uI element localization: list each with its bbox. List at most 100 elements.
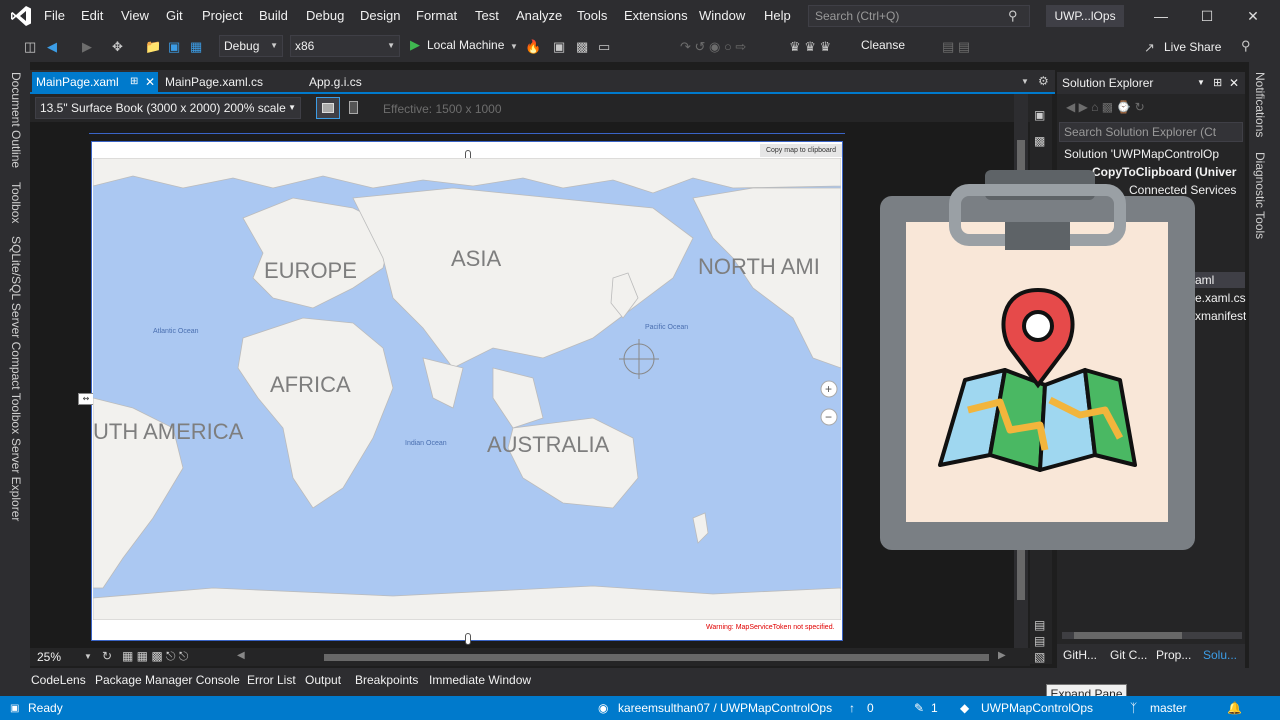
save-icon[interactable]: ▣ bbox=[168, 39, 180, 55]
close-tab-icon[interactable]: ✕ bbox=[145, 72, 155, 92]
tab-git-changes[interactable]: Git C... bbox=[1110, 648, 1147, 662]
document-outline-tab[interactable]: Document Outline bbox=[9, 72, 23, 168]
tree-item-solution[interactable]: Solution 'UWPMapControlOp bbox=[1064, 147, 1244, 161]
close-panel-icon[interactable]: ✕ bbox=[1229, 72, 1239, 94]
device-icon[interactable]: ▣ bbox=[1034, 108, 1045, 122]
feedback-icon[interactable]: ⚲ bbox=[1241, 38, 1251, 54]
pin-icon[interactable]: ⊞ bbox=[1213, 72, 1222, 94]
extension-icons[interactable]: ♛ ♛ ♛ bbox=[789, 39, 831, 55]
tab-app-g-i-cs[interactable]: App.g.i.cs bbox=[309, 72, 362, 92]
configuration-select[interactable]: Debug ▼ bbox=[219, 35, 283, 57]
menu-extensions[interactable]: Extensions bbox=[624, 0, 688, 32]
changes-count[interactable]: 1 bbox=[931, 701, 938, 715]
chevron-down-icon[interactable]: ▼ bbox=[84, 652, 92, 661]
copy-map-button[interactable]: Copy map to clipboard bbox=[760, 144, 842, 157]
close-icon[interactable]: ✕ bbox=[1230, 0, 1276, 32]
tab-solution-explorer[interactable]: Solu... bbox=[1203, 648, 1237, 662]
share-icon[interactable]: ↗ bbox=[1144, 40, 1155, 56]
menu-project[interactable]: Project bbox=[202, 0, 242, 32]
tab-properties[interactable]: Prop... bbox=[1156, 648, 1191, 662]
run-target-button[interactable]: Local Machine bbox=[427, 38, 504, 52]
tab-immediate-window[interactable]: Immediate Window bbox=[429, 673, 531, 687]
platform-select[interactable]: x86 ▼ bbox=[290, 35, 400, 57]
device-preview-select[interactable]: 13.5" Surface Book (3000 x 2000) 200% sc… bbox=[35, 97, 301, 119]
project-name[interactable]: UWPMapControlOps bbox=[981, 701, 1093, 715]
tab-output[interactable]: Output bbox=[305, 673, 341, 687]
xaml-binding-icon[interactable]: ▩ bbox=[576, 39, 588, 55]
run-target-dropdown-icon[interactable]: ▼ bbox=[510, 42, 518, 51]
repo-icon[interactable]: ◆ bbox=[960, 701, 969, 715]
landscape-toggle[interactable] bbox=[316, 97, 340, 119]
panel-menu-icon[interactable]: ▼ bbox=[1197, 72, 1205, 94]
menu-view[interactable]: View bbox=[121, 0, 149, 32]
tree-item-appxmanifest[interactable]: xmanifest bbox=[1195, 309, 1246, 323]
tree-item-mainpage-xaml-cs[interactable]: e.xaml.cs bbox=[1195, 291, 1246, 305]
anchor-handle[interactable]: ↭ bbox=[78, 393, 94, 405]
server-explorer-tab[interactable]: Server Explorer bbox=[9, 438, 23, 521]
tab-list-dropdown-icon[interactable]: ▼ bbox=[1021, 77, 1029, 86]
toolbox-tab[interactable]: Toolbox bbox=[9, 182, 23, 223]
live-visual-tree-icon[interactable]: ▣ bbox=[553, 39, 565, 55]
menu-tools[interactable]: Tools bbox=[577, 0, 607, 32]
push-arrow-icon[interactable]: ↑ bbox=[849, 701, 855, 715]
menu-design[interactable]: Design bbox=[360, 0, 400, 32]
tab-mainpage-xaml-cs[interactable]: MainPage.xaml.cs bbox=[165, 72, 263, 92]
tab-mainpage-xaml[interactable]: MainPage.xaml ⊞ ✕ bbox=[32, 72, 158, 92]
menu-file[interactable]: File bbox=[44, 0, 65, 32]
new-item-icon[interactable]: ✥ bbox=[112, 39, 123, 55]
notifications-tab[interactable]: Notifications bbox=[1253, 72, 1267, 137]
split-horizontal-icon[interactable]: ▤ bbox=[1034, 618, 1045, 632]
run-icon[interactable]: ▶ bbox=[410, 37, 420, 53]
branch-icon[interactable]: ᛉ bbox=[1130, 701, 1137, 715]
minimize-icon[interactable]: — bbox=[1138, 0, 1184, 32]
branch-name[interactable]: master bbox=[1150, 701, 1187, 715]
settings-gear-icon[interactable]: ⚙ bbox=[1038, 74, 1049, 88]
menu-build[interactable]: Build bbox=[259, 0, 288, 32]
pencil-icon[interactable]: ✎ bbox=[914, 701, 924, 715]
menu-format[interactable]: Format bbox=[416, 0, 457, 32]
scroll-left-icon[interactable]: ◀ bbox=[237, 650, 245, 661]
tab-package-manager-console[interactable]: Package Manager Console bbox=[95, 673, 240, 687]
tab-breakpoints[interactable]: Breakpoints bbox=[355, 673, 418, 687]
tree-item-mainpage-xaml[interactable]: aml bbox=[1195, 273, 1214, 287]
scroll-right-icon[interactable]: ▶ bbox=[998, 650, 1006, 661]
solution-toolbar-icons[interactable]: ◀ ▶ ⌂ ▩ ⌚ ↻ bbox=[1066, 100, 1145, 114]
split-vertical-icon[interactable]: ▤ bbox=[1034, 634, 1045, 648]
notification-bell-icon[interactable]: 🔔 bbox=[1227, 701, 1242, 715]
theme-icon[interactable]: ▩ bbox=[1034, 134, 1045, 148]
menu-debug[interactable]: Debug bbox=[306, 0, 344, 32]
sqlite-toolbox-tab[interactable]: SQLite/SQL Server Compact Toolbox bbox=[9, 236, 23, 434]
repo-link[interactable]: kareemsulthan07 / UWPMapControlOps bbox=[618, 701, 832, 715]
live-share-button[interactable]: Live Share bbox=[1164, 40, 1221, 54]
cleanse-button[interactable]: Cleanse bbox=[861, 38, 905, 52]
portrait-toggle[interactable] bbox=[344, 97, 364, 119]
back-icon[interactable]: ◀ bbox=[47, 39, 57, 55]
diagnostic-tools-tab[interactable]: Diagnostic Tools bbox=[1253, 152, 1267, 239]
menu-test[interactable]: Test bbox=[475, 0, 499, 32]
zoom-level-select[interactable]: 25% bbox=[37, 650, 61, 664]
hot-reload-icon[interactable]: 🔥 bbox=[525, 39, 541, 55]
scroll-thumb[interactable] bbox=[1074, 632, 1182, 639]
search-icon[interactable]: ⚲ bbox=[1008, 8, 1018, 24]
save-all-icon[interactable]: ▦ bbox=[190, 39, 202, 55]
tab-github[interactable]: GitH... bbox=[1063, 648, 1097, 662]
unpushed-count[interactable]: 0 bbox=[867, 701, 874, 715]
pin-icon[interactable]: ⊞ bbox=[130, 72, 138, 92]
step-icons[interactable]: ↷ ↺ ◉ ○ ⇨ bbox=[680, 39, 746, 55]
map-control[interactable]: + − EUROPE ASIA NORTH AMI AFRICA UTH AME… bbox=[93, 158, 841, 620]
resize-handle[interactable] bbox=[465, 633, 471, 645]
refresh-icon[interactable]: ↻ bbox=[102, 649, 112, 663]
horizontal-scroll-thumb[interactable] bbox=[324, 654, 989, 661]
display-layout-icon[interactable]: ▭ bbox=[598, 39, 610, 55]
menu-analyze[interactable]: Analyze bbox=[516, 0, 562, 32]
menu-edit[interactable]: Edit bbox=[81, 0, 103, 32]
window-layout-icon[interactable]: ◫ bbox=[24, 39, 36, 55]
menu-git[interactable]: Git bbox=[166, 0, 183, 32]
solution-hscroll[interactable] bbox=[1062, 632, 1242, 639]
open-folder-icon[interactable]: 📁 bbox=[145, 39, 161, 55]
collapse-pane-icon[interactable]: ▧ bbox=[1034, 650, 1045, 664]
maximize-icon[interactable]: ☐ bbox=[1184, 0, 1230, 32]
solution-search-input[interactable]: Search Solution Explorer (Ct bbox=[1059, 122, 1243, 142]
tab-error-list[interactable]: Error List bbox=[247, 673, 296, 687]
tab-codelens[interactable]: CodeLens bbox=[31, 673, 86, 687]
